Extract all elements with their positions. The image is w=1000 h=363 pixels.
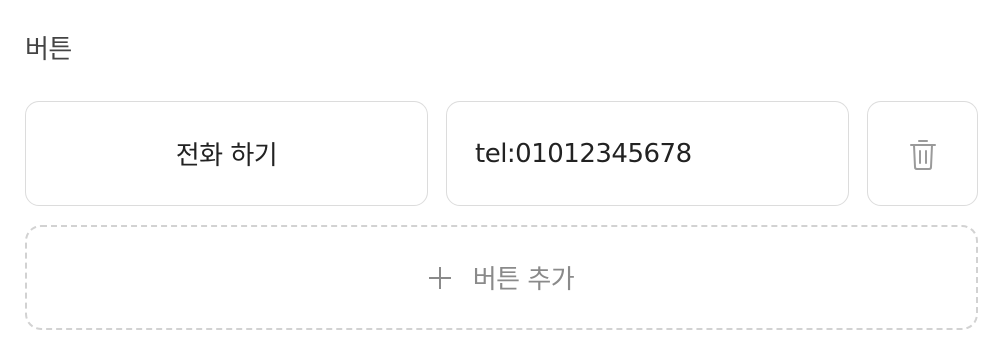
add-button[interactable]: 버튼 추가 — [25, 225, 978, 330]
trash-icon — [909, 139, 936, 170]
delete-button[interactable] — [867, 101, 978, 206]
button-link-value: tel:01012345678 — [475, 138, 692, 169]
plus-icon — [428, 266, 451, 289]
section-label: 버튼 — [25, 35, 72, 65]
add-button-label: 버튼 추가 — [472, 265, 575, 295]
button-link-input[interactable]: tel:01012345678 — [446, 101, 849, 206]
button-label-value: 전화 하기 — [175, 141, 278, 171]
button-label-input[interactable]: 전화 하기 — [25, 101, 428, 206]
button-row: 전화 하기 tel:01012345678 — [25, 101, 978, 208]
